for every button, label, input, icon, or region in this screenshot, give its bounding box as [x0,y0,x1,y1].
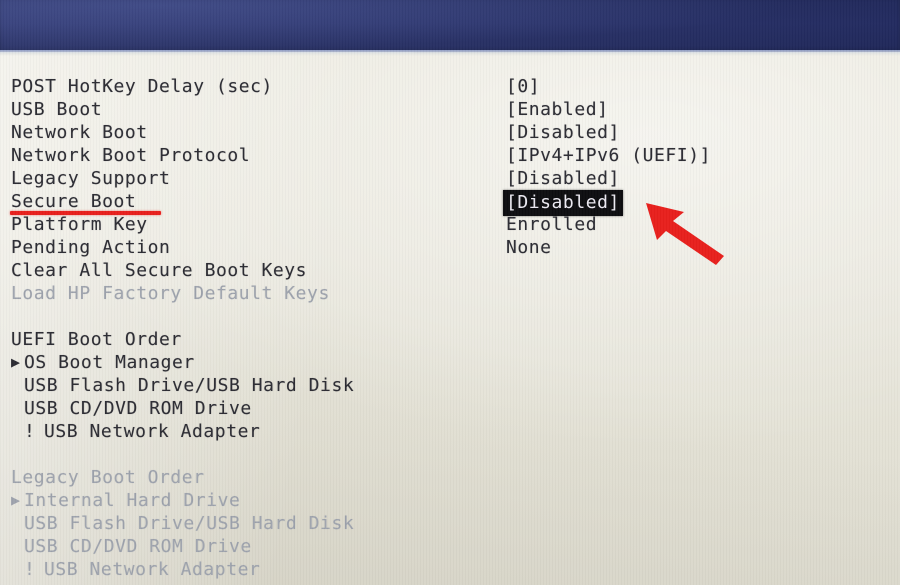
setting-value-legacy-support[interactable]: [Disabled] [506,167,620,190]
legacy-boot-item-label: USB Flash Drive/USB Hard Disk [24,513,355,534]
setting-label-network-boot: Network Boot [11,122,148,143]
settings-panel: POST HotKey Delay (sec) [0] USB Boot [En… [0,52,900,585]
setting-label-secure-boot: Secure Boot [11,191,137,212]
setting-label-legacy-support: Legacy Support [11,168,171,189]
setting-label-post-hotkey-delay: POST HotKey Delay (sec) [11,76,273,97]
legacy-boot-item-label: Internal Hard Drive [24,490,241,511]
bios-setup-screen: BIOS Setup Utility Main Security Configu… [0,0,900,585]
setting-value-pending-action: None [506,237,552,258]
selection-caret-icon: ▶ [11,353,21,371]
setting-label-network-boot-protocol: Network Boot Protocol [11,145,251,166]
setting-label-platform-key: Platform Key [11,214,148,235]
legacy-boot-item-label: USB CD/DVD ROM Drive [24,536,252,557]
unavailable-marker-icon: ! [24,559,36,580]
bios-header-bar [0,0,900,52]
uefi-boot-order-heading: UEFI Boot Order [11,329,182,350]
setting-value-network-boot-protocol[interactable]: [IPv4+IPv6 (UEFI)] [506,144,711,167]
setting-value-usb-boot[interactable]: [Enabled] [506,98,608,121]
selection-caret-icon: ▶ [11,491,21,509]
setting-label-load-hp-factory-default-keys: Load HP Factory Default Keys [11,283,330,304]
unavailable-marker-icon: ! [24,421,36,442]
legacy-boot-item-label: USB Network Adapter [44,559,261,580]
uefi-boot-item-label: USB Network Adapter [44,421,261,442]
setting-value-platform-key: Enrolled [506,214,598,235]
setting-label-pending-action: Pending Action [11,237,171,258]
uefi-boot-item-label: OS Boot Manager [24,352,195,373]
setting-label-usb-boot: USB Boot [11,99,103,120]
setting-label-clear-all-secure-boot-keys: Clear All Secure Boot Keys [11,260,308,281]
setting-value-post-hotkey-delay[interactable]: [0] [506,75,540,98]
setting-value-network-boot[interactable]: [Disabled] [506,121,620,144]
legacy-boot-order-heading: Legacy Boot Order [11,467,205,488]
header-sheen [0,0,900,52]
uefi-boot-item-label: USB CD/DVD ROM Drive [24,398,252,419]
secure-boot-red-underline-annotation [10,211,161,215]
uefi-boot-item-label: USB Flash Drive/USB Hard Disk [24,375,355,396]
